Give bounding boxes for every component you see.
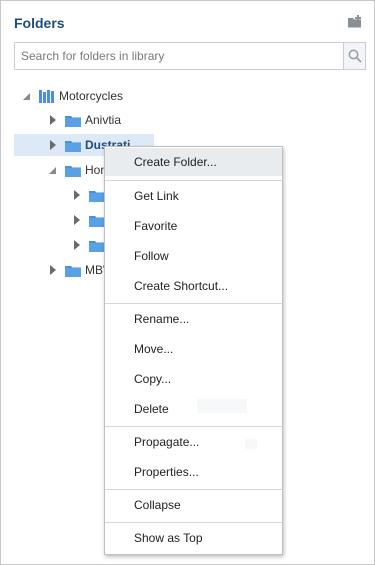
menu-item-collapse[interactable]: Collapse xyxy=(105,491,282,519)
menu-item-create-shortcut[interactable]: Create Shortcut... xyxy=(105,272,282,300)
folder-icon xyxy=(65,165,81,177)
menu-item-copy[interactable]: Copy... xyxy=(105,365,282,393)
expand-toggle-icon[interactable] xyxy=(47,164,59,176)
menu-item-show-as-top[interactable]: Show as Top xyxy=(105,524,282,552)
expand-toggle-icon[interactable] xyxy=(47,139,59,151)
menu-divider xyxy=(105,522,282,523)
library-icon xyxy=(39,90,54,103)
tree-node-label: Anivtia xyxy=(85,113,122,127)
expand-toggle-icon[interactable] xyxy=(47,264,59,276)
folders-panel: Folders Motorcycles A xyxy=(0,0,375,565)
menu-divider xyxy=(105,180,282,181)
folder-icon xyxy=(65,115,81,127)
expand-toggle-icon[interactable] xyxy=(71,189,83,201)
menu-item-rename[interactable]: Rename... xyxy=(105,305,282,333)
new-folder-icon xyxy=(348,15,361,28)
menu-item-delete[interactable]: Delete xyxy=(105,395,282,423)
expand-toggle-icon[interactable] xyxy=(47,114,59,126)
menu-item-properties[interactable]: Properties... xyxy=(105,458,282,486)
search-button[interactable] xyxy=(343,43,365,69)
tree-node-hon[interactable]: Hon xyxy=(47,159,107,181)
menu-divider xyxy=(105,426,282,427)
expand-toggle-icon[interactable] xyxy=(71,239,83,251)
folder-search xyxy=(14,42,366,70)
menu-divider xyxy=(105,303,282,304)
menu-item-move[interactable]: Move... xyxy=(105,335,282,363)
folder-icon xyxy=(65,140,81,152)
tree-node-label: Motorcycles xyxy=(59,89,124,103)
folder-icon xyxy=(89,215,105,227)
new-folder-button[interactable] xyxy=(347,15,365,31)
search-icon xyxy=(348,49,362,63)
folder-icon xyxy=(89,190,105,202)
context-menu: Create Folder... Get Link Favorite Follo… xyxy=(104,146,283,555)
menu-item-follow[interactable]: Follow xyxy=(105,242,282,270)
folder-icon xyxy=(65,265,81,277)
search-input[interactable] xyxy=(15,43,345,69)
expand-toggle-icon[interactable] xyxy=(71,214,83,226)
menu-divider xyxy=(105,489,282,490)
menu-item-get-link[interactable]: Get Link xyxy=(105,182,282,210)
tree-node-anivtia[interactable]: Anivtia xyxy=(47,109,121,131)
tree-node-root[interactable]: Motorcycles xyxy=(21,85,123,107)
menu-item-propagate[interactable]: Propagate... xyxy=(105,428,282,456)
menu-item-create-folder[interactable]: Create Folder... xyxy=(105,148,282,176)
panel-title: Folders xyxy=(14,15,65,31)
folder-icon xyxy=(89,240,105,252)
menu-item-favorite[interactable]: Favorite xyxy=(105,212,282,240)
expand-toggle-icon[interactable] xyxy=(21,90,33,102)
